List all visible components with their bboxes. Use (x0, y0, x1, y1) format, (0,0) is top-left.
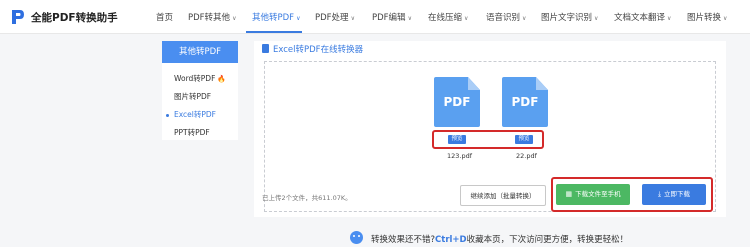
nav-pdf-edit[interactable]: PDF编辑 ∨ (372, 11, 412, 23)
chevron-down-icon: ∨ (464, 15, 469, 22)
chevron-down-icon: ∨ (296, 15, 301, 22)
active-bullet-icon (166, 114, 169, 117)
nav-home[interactable]: 首页 (156, 11, 173, 23)
sidebar-item-ppt-to-pdf[interactable]: PPT转PDF (174, 127, 210, 138)
chevron-down-icon: ∨ (522, 15, 527, 22)
pdf-file-icon: PDF (434, 77, 480, 127)
sidebar: 其他转PDF Word转PDF 🔥 图片转PDF Excel转PDF PPT转PD… (162, 41, 238, 140)
continue-add-button[interactable]: 继续添加（批量转换） (460, 185, 546, 206)
brand-name[interactable]: 全能PDF转换助手 (31, 10, 118, 25)
active-nav-indicator (246, 31, 302, 33)
nav-image-ocr[interactable]: 图片文字识别 ∨ (541, 11, 598, 23)
chevron-down-icon: ∨ (594, 15, 599, 22)
page-title: Excel转PDF在线转换器 (262, 43, 363, 55)
sidebar-item-image-to-pdf[interactable]: 图片转PDF (174, 91, 211, 102)
preview-button[interactable]: 预览 (515, 135, 533, 144)
chevron-down-icon: ∨ (350, 15, 355, 22)
bookmark-tip: 转换效果还不错?Ctrl+D收藏本页，下次访问更方便，转换更轻松！ (371, 235, 629, 245)
app-logo-icon (12, 10, 24, 24)
nav-speech-recognition[interactable]: 语音识别 ∨ (486, 11, 526, 23)
hot-flame-icon: 🔥 (217, 75, 227, 83)
smile-icon (350, 231, 363, 244)
nav-doc-translate[interactable]: 文档文本翻译 ∨ (614, 11, 671, 23)
download-now-button[interactable]: ⤓ 立即下载 (642, 184, 706, 205)
nav-pdf-to-other[interactable]: PDF转其他 ∨ (188, 11, 236, 23)
file-card: PDF (502, 77, 548, 127)
file-name: 123.pdf (447, 152, 473, 160)
qr-code-icon: ▦ (565, 190, 573, 198)
top-navbar: 全能PDF转换助手 首页 PDF转其他 ∨ 其他转PDF ∨ PDF处理 ∨ PDF编… (0, 0, 750, 34)
converter-panel: Excel转PDF在线转换器 PDF PDF 预览 预览 123.pdf 22.… (254, 41, 726, 217)
file-name: 22.pdf (516, 152, 537, 160)
nav-image-convert[interactable]: 图片转换 ∨ (687, 11, 727, 23)
preview-button[interactable]: 预览 (448, 135, 466, 144)
chevron-down-icon: ∨ (407, 15, 412, 22)
document-icon (262, 44, 269, 53)
nav-pdf-process[interactable]: PDF处理 ∨ (315, 11, 355, 23)
download-icon: ⤓ (657, 190, 662, 198)
download-to-phone-button[interactable]: ▦ 下载文件至手机 (556, 184, 630, 205)
upload-summary: 已上传2个文件，共611.07K。 (262, 194, 352, 202)
chevron-down-icon: ∨ (667, 15, 672, 22)
nav-other-to-pdf[interactable]: 其他转PDF ∨ (252, 11, 300, 23)
sidebar-item-word-to-pdf[interactable]: Word转PDF 🔥 (174, 73, 226, 84)
nav-online-compress[interactable]: 在线压缩 ∨ (428, 11, 468, 23)
sidebar-item-excel-to-pdf[interactable]: Excel转PDF (174, 109, 216, 120)
sidebar-header: 其他转PDF (162, 41, 238, 63)
chevron-down-icon: ∨ (232, 15, 237, 22)
pdf-file-icon: PDF (502, 77, 548, 127)
file-card: PDF (434, 77, 480, 127)
chevron-down-icon: ∨ (723, 15, 728, 22)
